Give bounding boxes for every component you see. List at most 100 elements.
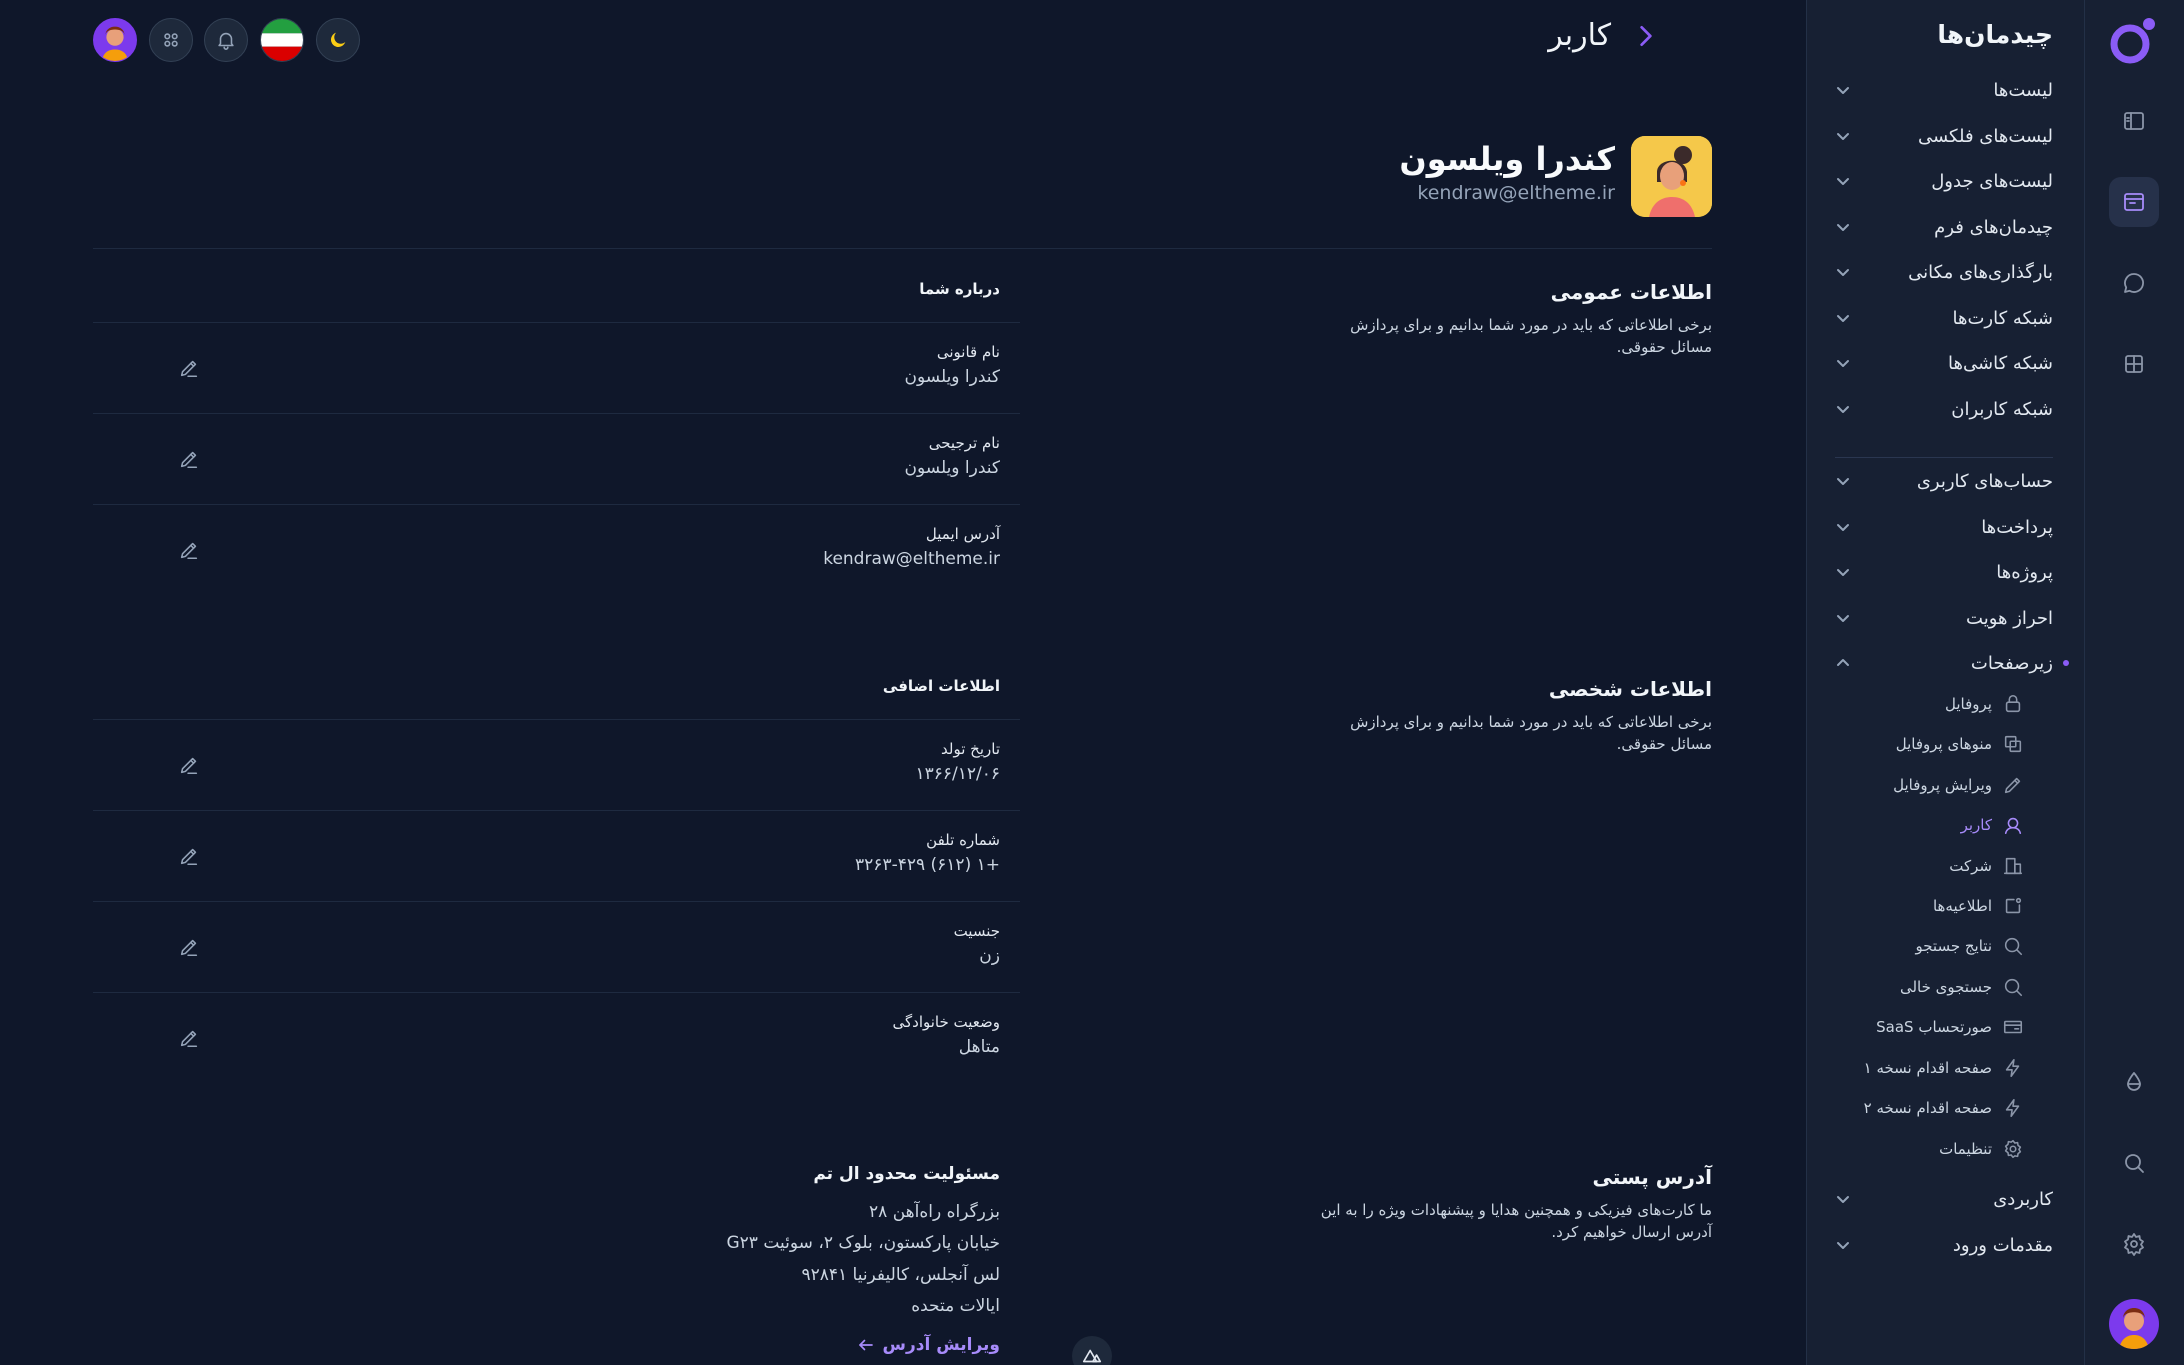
profile-name: کندرا ویلسون — [1399, 140, 1615, 178]
menu-divider — [1835, 457, 2053, 458]
field-label-email: آدرس ایمیل — [925, 525, 1000, 543]
menu-item-label: کاربردی — [1993, 1188, 2053, 1210]
page-title: کاربر — [1548, 18, 1611, 53]
chevron-down-icon — [1837, 224, 1849, 231]
menu-item-form-layouts[interactable]: چیدمان‌های فرم — [1835, 207, 2053, 247]
user-icon — [2004, 817, 2022, 835]
sub-item-action-page-2[interactable]: صفحه اقدام نسخه ۲ — [1864, 1093, 2024, 1123]
menu-item-card-grid[interactable]: شبکه کارت‌ها — [1835, 298, 2053, 338]
menu-item-lists[interactable]: لیست‌ها — [1835, 70, 2053, 110]
sub-item-search-results[interactable]: نتایج جستجو — [1915, 931, 2024, 961]
sub-item-edit-profile[interactable]: ویرایش پروفایل — [1893, 770, 2024, 800]
menu-item-payments[interactable]: پرداخت‌ها — [1835, 507, 2053, 547]
menu-item-label: چیدمان‌های فرم — [1934, 216, 2053, 238]
menu-item-user-grid[interactable]: شبکه کاربران — [1835, 389, 2053, 429]
card-divider — [93, 992, 1020, 993]
sub-item-label: پروفایل — [1945, 695, 1992, 713]
layouts-icon[interactable] — [2109, 177, 2159, 227]
section-desc-general: برخی اطلاعاتی که باید در مورد شما بدانیم… — [1350, 316, 1712, 356]
search-icon[interactable] — [2109, 1138, 2159, 1188]
sub-item-profile-menus[interactable]: منوهای پروفایل — [1896, 729, 2024, 759]
drop-icon[interactable] — [2109, 1057, 2159, 1107]
address-line: بزرگراه راه‌آهن ۲۸ — [869, 1202, 1000, 1222]
sub-item-label: صورتحساب SaaS — [1876, 1018, 1992, 1036]
sub-item-user[interactable]: کاربر — [1961, 810, 2024, 840]
edit-marital-status-button[interactable] — [178, 1027, 200, 1049]
notifications-button[interactable] — [204, 18, 248, 62]
field-label-legal-name: نام قانونی — [936, 343, 1000, 361]
sub-item-profile[interactable]: پروفایل — [1945, 689, 2024, 719]
chevron-down-icon — [1837, 315, 1849, 322]
menu-item-accounts[interactable]: حساب‌های کاربری — [1835, 461, 2053, 501]
menu-item-label: احراز هویت — [1966, 607, 2053, 629]
menu-item-table-lists[interactable]: لیست‌های جدول — [1835, 161, 2053, 201]
sub-item-notifications[interactable]: اطلاعیه‌ها — [1933, 891, 2024, 921]
profile-email: kendraw@eltheme.ir — [1417, 182, 1615, 204]
sidebar-toggle-icon[interactable] — [2109, 96, 2159, 146]
menu-item-projects[interactable]: پروژه‌ها — [1835, 552, 2053, 592]
moon-icon — [330, 32, 346, 48]
sub-item-action-page-1[interactable]: صفحه اقدام نسخه ۱ — [1864, 1053, 2024, 1083]
menu-item-label: لیست‌های جدول — [1931, 170, 2053, 192]
sub-item-company[interactable]: شرکت — [1949, 851, 2024, 881]
edit-birthdate-button[interactable] — [178, 754, 200, 776]
sub-item-label: تنظیمات — [1939, 1140, 1992, 1158]
sub-item-label: شرکت — [1949, 857, 1992, 875]
sub-item-label: اطلاعیه‌ها — [1932, 897, 1992, 915]
arrow-left-icon — [858, 1339, 873, 1351]
field-label-gender: جنسیت — [953, 922, 1000, 940]
menu-item-auth[interactable]: احراز هویت — [1835, 598, 2053, 638]
chevron-down-icon — [1837, 615, 1849, 622]
icon-rail — [2084, 0, 2184, 1365]
avatar-image — [101, 26, 129, 61]
language-button[interactable] — [260, 18, 304, 62]
field-value-legal-name: کندرا ویلسون — [904, 367, 1000, 387]
app-logo-icon[interactable] — [2107, 15, 2159, 67]
sub-item-saas-billing[interactable]: صورتحساب SaaS — [1876, 1012, 2024, 1042]
chevron-right-icon[interactable] — [1633, 23, 1659, 49]
menu-item-placeholders[interactable]: بارگذاری‌های مکانی — [1835, 252, 2053, 292]
menu-item-tile-grid[interactable]: شبکه کاشی‌ها — [1835, 343, 2053, 383]
page-header: کاربر — [1548, 18, 1659, 53]
menu-item-flex-lists[interactable]: لیست‌های فلکسی — [1835, 116, 2053, 156]
field-value-preferred-name: کندرا ویلسون — [904, 458, 1000, 478]
edit-email-button[interactable] — [178, 539, 200, 561]
edit-address-link[interactable]: ویرایش آدرس — [857, 1335, 1000, 1355]
apps-button[interactable] — [149, 18, 193, 62]
sub-item-settings[interactable]: تنظیمات — [1939, 1134, 2024, 1164]
header-avatar[interactable] — [93, 18, 137, 62]
sub-item-label: کاربر — [1960, 816, 1992, 834]
edit-address-label: ویرایش آدرس — [882, 1335, 1000, 1355]
user-avatar[interactable] — [2109, 1299, 2159, 1349]
gear-icon[interactable] — [2109, 1219, 2159, 1269]
menu-item-utility[interactable]: کاربردی — [1835, 1179, 2053, 1219]
address-line: ایالات متحده — [911, 1296, 1000, 1316]
edit-gender-button[interactable] — [178, 936, 200, 958]
chat-icon[interactable] — [2109, 258, 2159, 308]
edit-phone-button[interactable] — [178, 845, 200, 867]
nuxt-logo-icon[interactable] — [1072, 1336, 1112, 1365]
chevron-down-icon — [1837, 478, 1849, 485]
edit-preferred-name-button[interactable] — [178, 448, 200, 470]
menu-item-label: زیرصفحات — [1970, 652, 2053, 674]
menu-item-login-basics[interactable]: مقدمات ورود — [1835, 1225, 2053, 1265]
building-icon — [2003, 857, 2023, 875]
field-label-preferred-name: نام ترجیحی — [928, 434, 1000, 452]
theme-toggle-button[interactable] — [316, 18, 360, 62]
field-label-marital-status: وضعیت خانوادگی — [892, 1013, 1001, 1031]
chevron-down-icon — [1837, 133, 1849, 140]
sub-item-label: نتایج جستجو — [1915, 937, 1992, 955]
menu-item-label: مقدمات ورود — [1952, 1234, 2053, 1256]
edit-legal-name-button[interactable] — [178, 357, 200, 379]
sub-item-empty-search[interactable]: جستجوی خالی — [1900, 972, 2024, 1002]
section-desc-postal: ما کارت‌های فیزیکی و همچنین هدایا و پیشن… — [1320, 1201, 1712, 1241]
grid-icon[interactable] — [2109, 339, 2159, 389]
notification-icon — [2005, 897, 2022, 914]
card-divider — [93, 810, 1020, 811]
menu-title: چیدمان‌ها — [1937, 20, 2053, 49]
menu-item-subpages[interactable]: زیرصفحات — [1835, 643, 2053, 683]
chevron-down-icon — [1837, 178, 1849, 185]
active-group-dot — [2063, 660, 2069, 666]
section-desc-personal: برخی اطلاعاتی که باید در مورد شما بدانیم… — [1350, 713, 1712, 753]
card-divider — [93, 413, 1020, 414]
